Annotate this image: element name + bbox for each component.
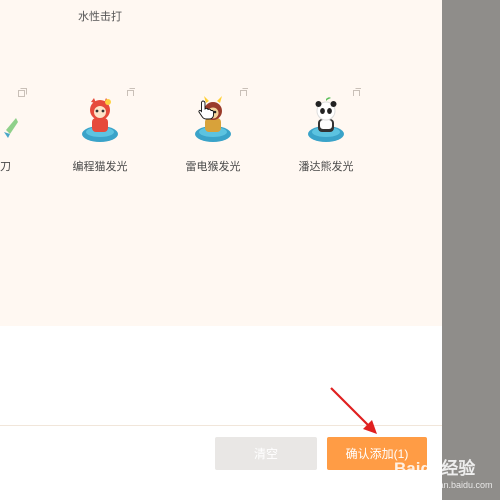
- partial-sprite-icon[interactable]: [0, 112, 20, 138]
- baidu-watermark-logo: Baidu经验 jingyan.baidu.com: [394, 458, 493, 490]
- svg-text:jingyan.baidu.com: jingyan.baidu.com: [419, 480, 493, 490]
- svg-text:Baidu经验: Baidu经验: [394, 458, 476, 478]
- sprite-label: 编程猫发光: [72, 161, 128, 173]
- sprite-library-area: 水性击打 刀 编程猫发光 雷电猴发光 潘达熊发光: [0, 0, 442, 326]
- cat-sprite-icon: [82, 98, 118, 142]
- clear-button[interactable]: 清空: [215, 437, 317, 470]
- copy-icon[interactable]: [353, 88, 361, 96]
- panda-sprite-icon: [308, 97, 344, 142]
- sprite-card-panda[interactable]: 潘达熊发光: [271, 88, 381, 178]
- copy-icon[interactable]: [127, 88, 135, 96]
- top-item-label: 水性击打: [78, 11, 122, 23]
- hand-cursor-icon: [198, 100, 214, 120]
- sprite-card-cat[interactable]: 编程猫发光: [45, 88, 155, 178]
- sprite-label: 雷电猴发光: [185, 161, 241, 173]
- annotation-arrow-icon: [330, 387, 377, 434]
- copy-icon[interactable]: [18, 88, 27, 97]
- partial-item-label: 刀: [0, 161, 11, 173]
- copy-icon[interactable]: [240, 88, 248, 96]
- sprite-label: 潘达熊发光: [298, 161, 354, 173]
